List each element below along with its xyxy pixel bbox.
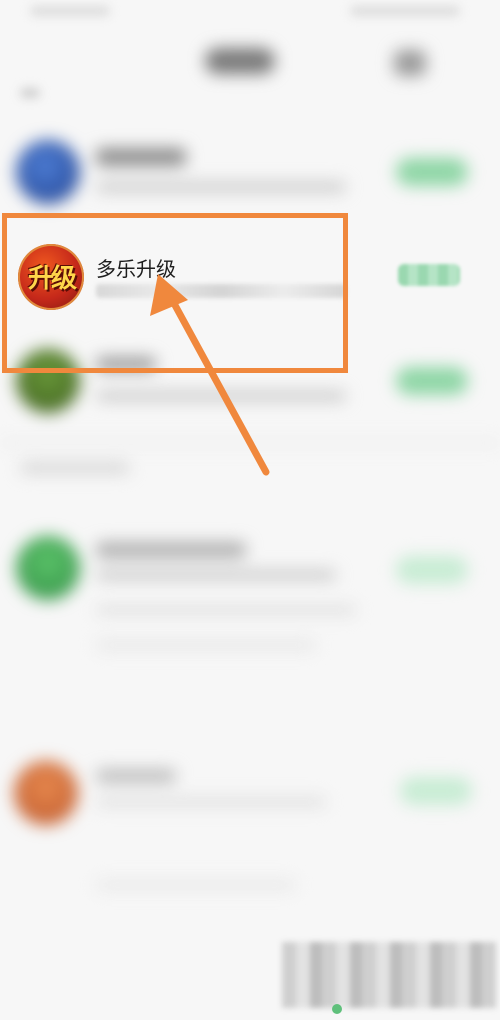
watermark-logo-icon: [332, 1004, 342, 1014]
watermark: [282, 942, 496, 1008]
pointer-arrow-icon: [150, 274, 270, 476]
